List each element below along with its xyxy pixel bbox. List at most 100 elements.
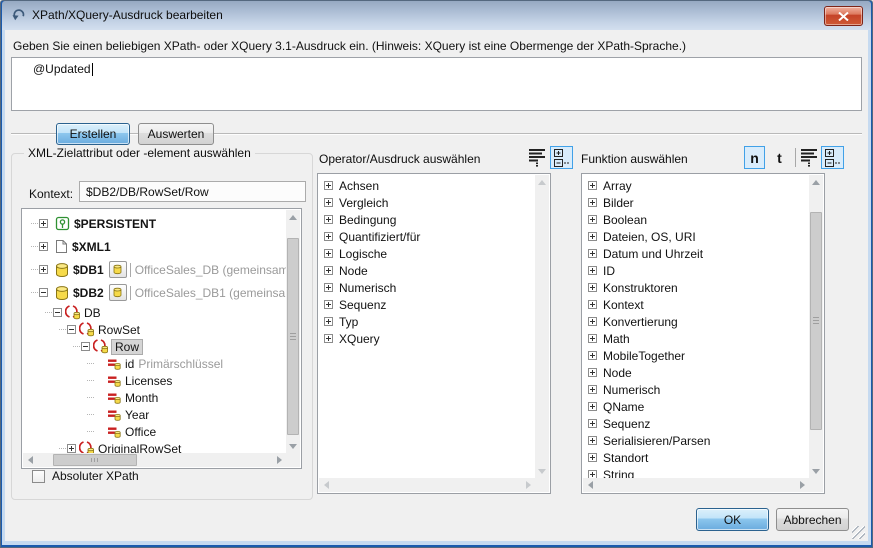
expand-plus-icon[interactable] bbox=[588, 300, 597, 309]
function-item-id[interactable]: ID bbox=[583, 262, 809, 279]
tree-vertical-scrollbar[interactable] bbox=[286, 210, 300, 453]
hierarchical-view-icon[interactable] bbox=[821, 146, 844, 169]
expand-plus-icon[interactable] bbox=[588, 283, 597, 292]
operator-item-logische[interactable]: Logische bbox=[319, 245, 535, 262]
tree-item-originalrowset[interactable]: OriginalRowSet bbox=[23, 440, 286, 453]
hierarchical-view-icon[interactable] bbox=[550, 146, 573, 169]
expand-plus-icon[interactable] bbox=[39, 242, 48, 251]
expand-plus-icon[interactable] bbox=[324, 266, 333, 275]
context-field[interactable]: $DB2/DB/RowSet/Row bbox=[79, 181, 306, 202]
expand-plus-icon[interactable] bbox=[588, 436, 597, 445]
expand-plus-icon[interactable] bbox=[324, 300, 333, 309]
operator-item-achsen[interactable]: Achsen bbox=[319, 177, 535, 194]
scroll-up-icon[interactable] bbox=[286, 210, 300, 224]
scroll-right-icon[interactable] bbox=[795, 478, 809, 492]
expand-plus-icon[interactable] bbox=[588, 249, 597, 258]
function-item-datum-und-uhrzeit[interactable]: Datum und Uhrzeit bbox=[583, 245, 809, 262]
function-item-string[interactable]: String bbox=[583, 466, 809, 478]
cancel-button[interactable]: Abbrechen bbox=[776, 508, 849, 531]
operator-item-bedingung[interactable]: Bedingung bbox=[319, 211, 535, 228]
resize-grip[interactable] bbox=[852, 526, 865, 539]
database-badge-icon[interactable] bbox=[109, 284, 127, 301]
operator-item-sequenz[interactable]: Sequenz bbox=[319, 296, 535, 313]
expression-input[interactable]: @Updated bbox=[11, 57, 862, 111]
title-bar[interactable]: XPath/XQuery-Ausdruck bearbeiten bbox=[2, 1, 871, 30]
scroll-up-icon[interactable] bbox=[535, 175, 549, 189]
collapse-minus-icon[interactable] bbox=[53, 308, 62, 317]
scroll-down-icon[interactable] bbox=[809, 464, 823, 478]
expand-plus-icon[interactable] bbox=[588, 266, 597, 275]
scroll-left-icon[interactable] bbox=[23, 453, 37, 467]
operator-vertical-scrollbar[interactable] bbox=[535, 175, 549, 478]
operator-item-typ[interactable]: Typ bbox=[319, 313, 535, 330]
function-item-konstruktoren[interactable]: Konstruktoren bbox=[583, 279, 809, 296]
flat-list-icon[interactable] bbox=[526, 146, 549, 169]
tree-item-rowset[interactable]: RowSet bbox=[23, 321, 286, 338]
operator-item-quantifiziert-f-r[interactable]: Quantifiziert/für bbox=[319, 228, 535, 245]
function-item-sequenz[interactable]: Sequenz bbox=[583, 415, 809, 432]
expand-plus-icon[interactable] bbox=[324, 249, 333, 258]
expand-plus-icon[interactable] bbox=[588, 181, 597, 190]
tree-item-year[interactable]: Year bbox=[23, 406, 286, 423]
expand-plus-icon[interactable] bbox=[588, 334, 597, 343]
function-scroll-thumb[interactable] bbox=[810, 212, 822, 430]
function-item-serialisieren-parsen[interactable]: Serialisieren/Parsen bbox=[583, 432, 809, 449]
scroll-left-icon[interactable] bbox=[319, 478, 333, 492]
expand-plus-icon[interactable] bbox=[39, 265, 48, 274]
absolute-xpath-checkbox[interactable] bbox=[32, 470, 45, 483]
expand-plus-icon[interactable] bbox=[588, 419, 597, 428]
expand-plus-icon[interactable] bbox=[324, 334, 333, 343]
expand-plus-icon[interactable] bbox=[324, 181, 333, 190]
collapse-minus-icon[interactable] bbox=[81, 342, 90, 351]
function-item-qname[interactable]: QName bbox=[583, 398, 809, 415]
expand-plus-icon[interactable] bbox=[588, 385, 597, 394]
function-item-dateien-os-uri[interactable]: Dateien, OS, URI bbox=[583, 228, 809, 245]
expand-plus-icon[interactable] bbox=[324, 198, 333, 207]
database-badge-icon[interactable] bbox=[109, 261, 127, 278]
operator-item-xquery[interactable]: XQuery bbox=[319, 330, 535, 347]
expand-plus-icon[interactable] bbox=[324, 232, 333, 241]
expand-plus-icon[interactable] bbox=[588, 402, 597, 411]
tree-item-db1[interactable]: $DB1OfficeSales_DB (gemeinsam bbox=[23, 258, 286, 281]
operator-horizontal-scrollbar[interactable] bbox=[319, 478, 535, 492]
type-toggle-t[interactable]: t bbox=[769, 146, 790, 169]
function-horizontal-scrollbar[interactable] bbox=[583, 478, 809, 492]
tree-hscroll-thumb[interactable] bbox=[53, 454, 137, 466]
operator-item-node[interactable]: Node bbox=[319, 262, 535, 279]
tree-item-db[interactable]: DB bbox=[23, 304, 286, 321]
expand-plus-icon[interactable] bbox=[324, 283, 333, 292]
tree-item-persistent[interactable]: $PERSISTENT bbox=[23, 212, 286, 235]
scroll-down-icon[interactable] bbox=[535, 464, 549, 478]
tree-item-month[interactable]: Month bbox=[23, 389, 286, 406]
tree-horizontal-scrollbar[interactable] bbox=[23, 453, 286, 467]
flat-list-icon[interactable] bbox=[798, 146, 821, 169]
expand-plus-icon[interactable] bbox=[588, 453, 597, 462]
function-item-kontext[interactable]: Kontext bbox=[583, 296, 809, 313]
ok-button[interactable]: OK bbox=[696, 508, 769, 531]
expand-plus-icon[interactable] bbox=[588, 368, 597, 377]
tree-item-licenses[interactable]: Licenses bbox=[23, 372, 286, 389]
expand-plus-icon[interactable] bbox=[67, 444, 76, 453]
namespace-toggle-n[interactable]: n bbox=[744, 146, 765, 169]
expand-plus-icon[interactable] bbox=[588, 198, 597, 207]
scroll-left-icon[interactable] bbox=[583, 478, 597, 492]
function-vertical-scrollbar[interactable] bbox=[809, 175, 823, 478]
scroll-right-icon[interactable] bbox=[521, 478, 535, 492]
function-item-boolean[interactable]: Boolean bbox=[583, 211, 809, 228]
scroll-up-icon[interactable] bbox=[809, 175, 823, 189]
collapse-minus-icon[interactable] bbox=[67, 325, 76, 334]
tree-item-db2[interactable]: $DB2OfficeSales_DB1 (gemeinsam bbox=[23, 281, 286, 304]
function-item-bilder[interactable]: Bilder bbox=[583, 194, 809, 211]
expand-plus-icon[interactable] bbox=[588, 351, 597, 360]
expand-plus-icon[interactable] bbox=[588, 215, 597, 224]
tree-item-id[interactable]: idPrimärschlüssel bbox=[23, 355, 286, 372]
function-item-standort[interactable]: Standort bbox=[583, 449, 809, 466]
scroll-right-icon[interactable] bbox=[272, 453, 286, 467]
operator-item-numerisch[interactable]: Numerisch bbox=[319, 279, 535, 296]
expand-plus-icon[interactable] bbox=[324, 317, 333, 326]
function-item-array[interactable]: Array bbox=[583, 177, 809, 194]
expand-plus-icon[interactable] bbox=[324, 215, 333, 224]
function-item-node[interactable]: Node bbox=[583, 364, 809, 381]
expand-plus-icon[interactable] bbox=[588, 232, 597, 241]
auswerten-button[interactable]: Auswerten bbox=[138, 123, 214, 145]
